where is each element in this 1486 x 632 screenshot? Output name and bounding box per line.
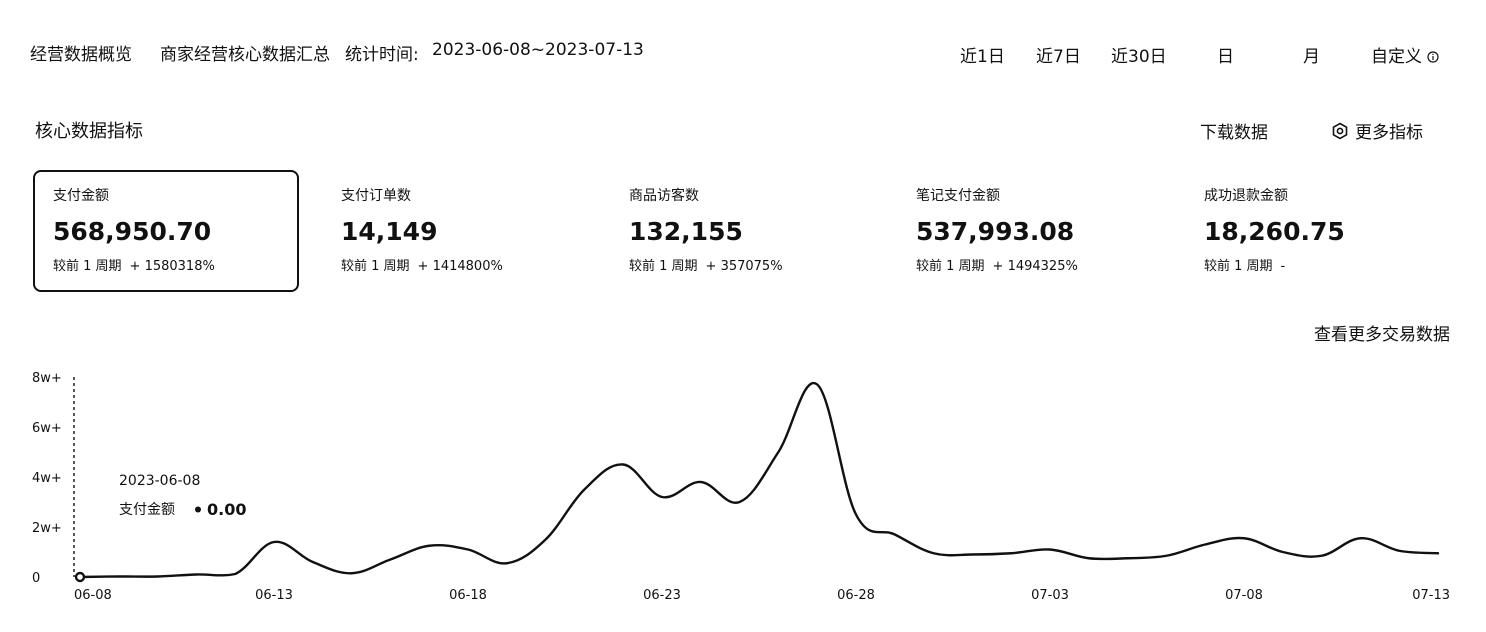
period-month[interactable]: 月 xyxy=(1303,42,1320,67)
metric-value: 132,155 xyxy=(629,217,743,246)
metric-label: 支付订单数 xyxy=(341,188,411,204)
active-data-point xyxy=(74,571,86,583)
info-icon xyxy=(1427,51,1440,63)
stat-time-label: 统计时间: xyxy=(345,45,419,65)
metric-compare-label: 较前 1 周期 xyxy=(629,259,698,274)
x-tick-label: 06-08 xyxy=(74,588,112,603)
period-custom[interactable]: 自定义 xyxy=(1371,42,1440,67)
metric-change: + 1580318% xyxy=(129,259,215,274)
metric-value: 568,950.70 xyxy=(53,217,212,246)
metric-label: 笔记支付金额 xyxy=(916,188,1000,204)
period-day[interactable]: 日 xyxy=(1217,42,1234,67)
gear-icon xyxy=(1332,122,1348,140)
section-title: 核心数据指标 xyxy=(35,121,143,142)
metric-value: 18,260.75 xyxy=(1204,217,1345,246)
metric-card-refund-amount[interactable]: 成功退款金额 18,260.75 较前 1 周期 - xyxy=(1184,170,1450,292)
metric-value: 14,149 xyxy=(341,217,438,246)
download-data-button[interactable]: 下载数据 xyxy=(1200,118,1268,143)
tooltip-marker xyxy=(195,506,201,513)
metric-compare-label: 较前 1 周期 xyxy=(341,259,410,274)
tooltip-value: 0.00 xyxy=(207,500,246,519)
y-tick-label: 6w+ xyxy=(32,421,62,436)
chart-tooltip: 2023-06-08 支付金额 0.00 xyxy=(119,473,246,519)
period-1d[interactable]: 近1日 xyxy=(960,42,1005,67)
metric-compare-label: 较前 1 周期 xyxy=(916,259,985,274)
period-30d[interactable]: 近30日 xyxy=(1111,42,1167,67)
x-tick-label: 07-03 xyxy=(1031,588,1069,603)
page-subtitle: 商家经营核心数据汇总 xyxy=(160,45,330,65)
metric-change: + 357075% xyxy=(705,259,783,274)
metric-compare-label: 较前 1 周期 xyxy=(1204,259,1273,274)
y-tick-label: 2w+ xyxy=(32,521,62,536)
metric-card-note-pay-amount[interactable]: 笔记支付金额 537,993.08 较前 1 周期 + 1494325% xyxy=(896,170,1162,292)
metric-label: 成功退款金额 xyxy=(1204,188,1288,204)
metric-value: 537,993.08 xyxy=(916,217,1075,246)
x-tick-label: 06-18 xyxy=(449,588,487,603)
x-tick-label: 06-28 xyxy=(837,588,875,603)
metric-card-visitors[interactable]: 商品访客数 132,155 较前 1 周期 + 357075% xyxy=(609,170,875,292)
more-metrics-button[interactable]: 更多指标 xyxy=(1331,118,1423,143)
period-custom-label: 自定义 xyxy=(1371,47,1422,67)
more-trade-data-link[interactable]: 查看更多交易数据 xyxy=(1314,320,1450,345)
metric-compare-label: 较前 1 周期 xyxy=(53,259,122,274)
tooltip-date: 2023-06-08 xyxy=(119,473,200,489)
period-7d[interactable]: 近7日 xyxy=(1036,42,1081,67)
metric-label: 支付金额 xyxy=(53,188,109,204)
x-tick-label: 06-23 xyxy=(643,588,681,603)
x-tick-label: 06-13 xyxy=(255,588,293,603)
stat-time-range: 2023-06-08~2023-07-13 xyxy=(432,40,644,60)
trend-chart[interactable]: 0 2w+ 4w+ 6w+ 8w+ 06-08 06-13 06-18 06-23 06-28 0… xyxy=(0,0,1486,632)
metric-change: + 1414800% xyxy=(417,259,503,274)
y-tick-label: 4w+ xyxy=(32,471,62,486)
more-metrics-label: 更多指标 xyxy=(1355,123,1423,143)
y-tick-label: 8w+ xyxy=(32,371,62,386)
metric-card-pay-amount[interactable]: 支付金额 568,950.70 较前 1 周期 + 1580318% xyxy=(33,170,299,292)
metric-change: - xyxy=(1280,259,1286,274)
tooltip-label: 支付金额 xyxy=(119,502,175,518)
x-tick-label: 07-13 xyxy=(1412,588,1450,603)
x-tick-label: 07-08 xyxy=(1225,588,1263,603)
metric-card-pay-orders[interactable]: 支付订单数 14,149 较前 1 周期 + 1414800% xyxy=(321,170,587,292)
series-line-pay-amount xyxy=(78,381,1440,579)
metric-label: 商品访客数 xyxy=(629,188,699,204)
page-title: 经营数据概览 xyxy=(30,45,132,65)
metric-change: + 1494325% xyxy=(992,259,1078,274)
y-tick-label: 0 xyxy=(32,571,40,586)
